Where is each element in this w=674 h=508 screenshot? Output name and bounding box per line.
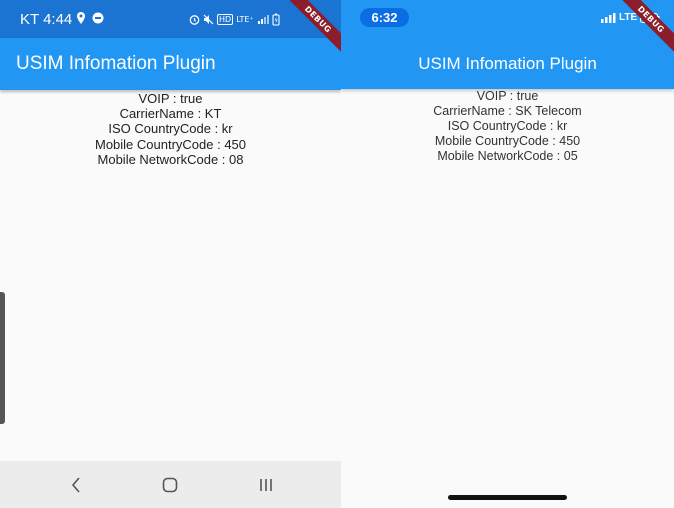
status-right-icons: HD LTE⁺ bbox=[189, 13, 280, 26]
status-time: 6:32 bbox=[360, 8, 409, 27]
location-icon bbox=[77, 12, 85, 24]
back-icon[interactable] bbox=[64, 473, 88, 497]
info-mobile-network-code: Mobile NetworkCode : 08 bbox=[97, 151, 244, 167]
home-icon[interactable] bbox=[158, 473, 182, 497]
signal-icon bbox=[257, 15, 269, 24]
usim-info: VOIP : true CarrierName : SK Telecom ISO… bbox=[341, 89, 674, 164]
app-title: USIM Infomation Plugin bbox=[16, 53, 216, 74]
edge-panel-handle[interactable] bbox=[0, 292, 5, 424]
recents-icon[interactable] bbox=[254, 473, 278, 497]
info-carrier-name: CarrierName : SK Telecom bbox=[433, 104, 582, 118]
hd-icon: HD bbox=[217, 14, 234, 25]
info-mobile-country-code: Mobile CountryCode : 450 bbox=[94, 136, 247, 152]
battery-icon bbox=[272, 13, 280, 26]
info-mobile-network-code: Mobile NetworkCode : 05 bbox=[437, 149, 578, 163]
info-voip: VOIP : true bbox=[138, 91, 203, 106]
mute-icon bbox=[203, 14, 214, 25]
alarm-icon bbox=[189, 15, 200, 25]
usim-info: VOIP : true CarrierName : KT ISO Country… bbox=[0, 91, 341, 167]
info-voip: VOIP : true bbox=[476, 89, 539, 103]
do-not-disturb-icon bbox=[92, 12, 104, 24]
info-iso-country-code: ISO CountryCode : kr bbox=[447, 119, 568, 133]
ios-screen: 6:32 LTE USIM Infomation Plugin DEBUG VO… bbox=[341, 0, 674, 508]
info-iso-country-code: ISO CountryCode : kr bbox=[108, 121, 233, 137]
info-mobile-country-code: Mobile CountryCode : 450 bbox=[434, 134, 581, 148]
android-nav-bar bbox=[0, 461, 341, 508]
lte-indicator: LTE⁺ bbox=[236, 15, 254, 24]
debug-label: DEBUG bbox=[281, 0, 341, 56]
info-carrier-name: CarrierName : KT bbox=[119, 106, 222, 122]
status-time: KT 4:44 bbox=[20, 11, 73, 28]
status-left-icons bbox=[76, 12, 104, 25]
debug-banner: DEBUG bbox=[614, 0, 674, 60]
debug-label: DEBUG bbox=[614, 0, 674, 56]
home-indicator[interactable] bbox=[448, 495, 567, 500]
debug-banner: DEBUG bbox=[281, 0, 341, 60]
android-screen: KT 4:44 HD LTE⁺ USIM Infomation Plugin D… bbox=[0, 0, 341, 508]
